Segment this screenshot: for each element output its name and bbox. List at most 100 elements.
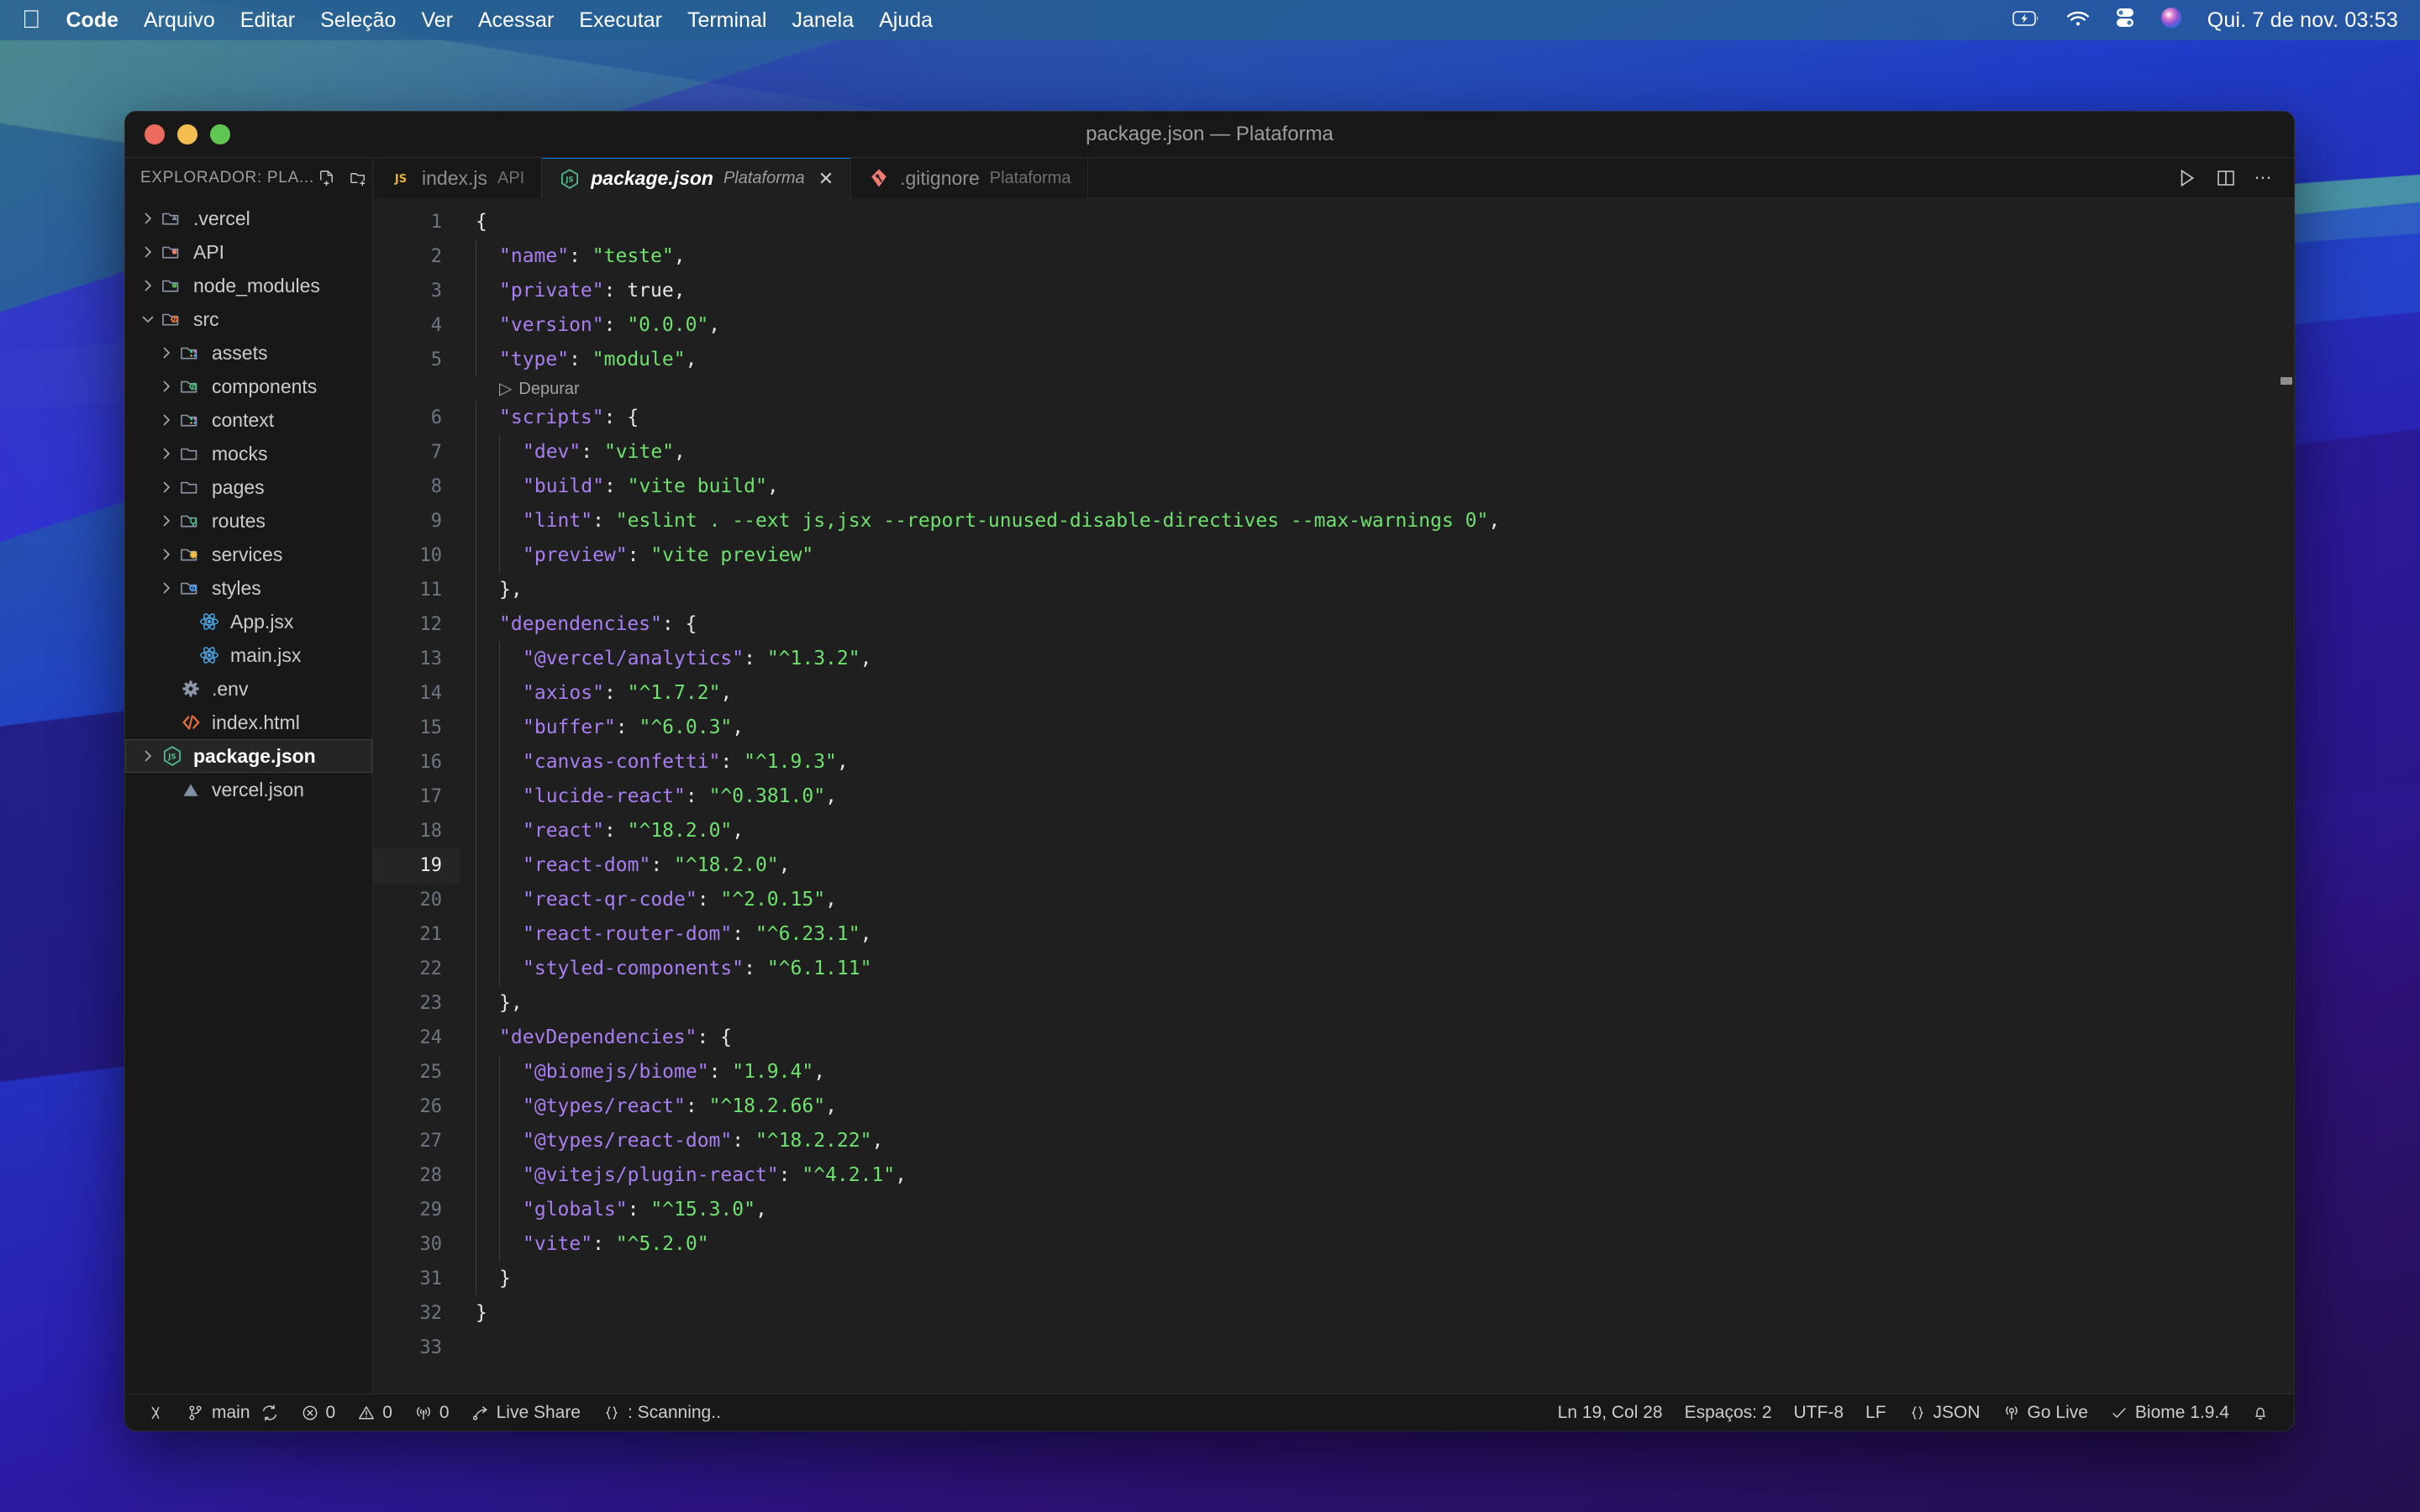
tree-item-mainjsx[interactable]: main.jsx [125, 638, 372, 672]
biome-status[interactable]: Biome 1.9.4 [2099, 1394, 2240, 1431]
chevron-right-icon[interactable] [137, 207, 159, 229]
problems-warnings[interactable]: 0 [346, 1394, 403, 1431]
run-button[interactable] [2175, 167, 2197, 189]
close-window-button[interactable] [145, 124, 165, 144]
wifi-icon[interactable] [2066, 8, 2090, 33]
code-line[interactable]: "vite": "^5.2.0" [460, 1227, 2294, 1262]
battery-charging-icon[interactable] [2012, 8, 2041, 33]
split-editor-button[interactable] [2216, 168, 2236, 188]
editor-tab-gitignore[interactable]: .gitignore Plataforma [851, 158, 1089, 198]
chevron-right-icon[interactable] [155, 577, 177, 599]
cursor-position[interactable]: Ln 19, Col 28 [1547, 1394, 1674, 1431]
tree-item-verceljson[interactable]: vercel.json [125, 773, 372, 806]
editor-vertical-scrollbar[interactable] [2279, 198, 2294, 1394]
code-line[interactable]: "@biomejs/biome": "1.9.4", [460, 1055, 2294, 1089]
code-line[interactable]: "preview": "vite preview" [460, 538, 2294, 573]
new-file-icon[interactable] [314, 165, 339, 191]
remote-indicator[interactable] [135, 1394, 176, 1431]
tree-item-context[interactable]: context [125, 403, 372, 437]
branch-status[interactable]: main [176, 1394, 290, 1431]
code-line[interactable]: "styled-components": "^6.1.11" [460, 952, 2294, 986]
tree-item-mocks[interactable]: mocks [125, 437, 372, 470]
code-line[interactable]: "build": "vite build", [460, 470, 2294, 504]
code-line[interactable]: "react-router-dom": "^6.23.1", [460, 917, 2294, 952]
code-line[interactable]: } [460, 1262, 2294, 1296]
sync-icon[interactable] [260, 1404, 279, 1422]
code-line[interactable]: "type": "module", [460, 343, 2294, 377]
code-line[interactable]: } [460, 1296, 2294, 1331]
tree-item-routes[interactable]: routes [125, 504, 372, 538]
code-line[interactable]: "buffer": "^6.0.3", [460, 711, 2294, 745]
chevron-right-icon[interactable] [155, 342, 177, 364]
menu-item-janela[interactable]: Janela [792, 8, 854, 33]
code-line[interactable]: "dev": "vite", [460, 435, 2294, 470]
ports-forwarded[interactable]: 0 [403, 1394, 460, 1431]
tree-item-indexhtml[interactable]: index.html [125, 706, 372, 739]
code-line[interactable]: { [460, 205, 2294, 239]
menu-item-seleo[interactable]: Seleção [320, 8, 396, 33]
menu-item-terminal[interactable]: Terminal [687, 8, 766, 33]
menu-item-code[interactable]: Code [66, 8, 119, 33]
code-line[interactable]: "react-dom": "^18.2.0", [460, 848, 2294, 883]
go-live[interactable]: Go Live [1991, 1394, 2099, 1431]
tree-item-services[interactable]: services [125, 538, 372, 571]
code-line[interactable]: "name": "teste", [460, 239, 2294, 274]
code-line[interactable]: "dependencies": { [460, 607, 2294, 642]
tree-item-components[interactable]: components [125, 370, 372, 403]
tree-item-api[interactable]: API [125, 235, 372, 269]
code-line[interactable]: "lucide-react": "^0.381.0", [460, 780, 2294, 814]
menu-item-acessar[interactable]: Acessar [478, 8, 554, 33]
json-scanning[interactable]: : Scanning.. [592, 1394, 732, 1431]
code-content[interactable]: {"name": "teste", "private": true, "versio… [460, 198, 2294, 1394]
new-folder-icon[interactable] [346, 165, 371, 191]
code-editor[interactable]: 1 2 3 4 5 6 7 8 9 10 11 12 13 14 15 16 17 18 19 20 21 22 23 24 2… [373, 198, 2294, 1394]
editor-tab-packagejson[interactable]: JS package.json Plataforma ✕ [542, 158, 852, 198]
code-line[interactable]: "react-qr-code": "^2.0.15", [460, 883, 2294, 917]
editor-tab-indexjs[interactable]: JS index.js API [373, 158, 543, 198]
chevron-right-icon[interactable] [137, 275, 159, 297]
code-line[interactable]: "@types/react-dom": "^18.2.22", [460, 1124, 2294, 1158]
tree-item-nodemodules[interactable]: node_modules [125, 269, 372, 302]
chevron-right-icon[interactable] [155, 510, 177, 532]
chevron-right-icon[interactable] [155, 409, 177, 431]
code-line[interactable]: }, [460, 986, 2294, 1021]
code-line[interactable]: "globals": "^15.3.0", [460, 1193, 2294, 1227]
more-editor-actions-button[interactable]: ⋯ [2254, 167, 2275, 188]
chevron-right-icon[interactable] [137, 241, 159, 263]
menu-item-ver[interactable]: Ver [421, 8, 453, 33]
indentation[interactable]: Espaços: 2 [1674, 1394, 1783, 1431]
code-line[interactable]: "scripts": { [460, 401, 2294, 435]
chevron-down-icon[interactable] [137, 308, 159, 330]
code-line[interactable]: }, [460, 573, 2294, 607]
control-center-icon[interactable] [2115, 7, 2135, 34]
chevron-right-icon[interactable] [155, 476, 177, 498]
menu-item-executar[interactable]: Executar [579, 8, 662, 33]
siri-icon[interactable] [2160, 7, 2182, 34]
menu-item-editar[interactable]: Editar [240, 8, 295, 33]
code-line[interactable]: "@types/react": "^18.2.66", [460, 1089, 2294, 1124]
tree-item-appjsx[interactable]: App.jsx [125, 605, 372, 638]
codelens-debug[interactable]: ▷ Depurar [460, 377, 2294, 401]
language-mode[interactable]: JSON [1897, 1394, 1991, 1431]
chevron-right-icon[interactable] [155, 375, 177, 397]
code-line[interactable]: "@vitejs/plugin-react": "^4.2.1", [460, 1158, 2294, 1193]
tree-item-packagejson[interactable]: JS package.json [125, 739, 372, 773]
chevron-right-icon[interactable] [137, 745, 159, 767]
notifications[interactable] [2240, 1394, 2281, 1431]
encoding[interactable]: UTF-8 [1783, 1394, 1855, 1431]
apple-logo-icon[interactable]:  [22, 8, 41, 33]
file-tree[interactable]: .vercel API node_modules src assets component… [125, 198, 372, 1394]
code-line[interactable]: "devDependencies": { [460, 1021, 2294, 1055]
tree-item-styles[interactable]: styles [125, 571, 372, 605]
tree-item-env[interactable]: .env [125, 672, 372, 706]
code-line[interactable]: "private": true, [460, 274, 2294, 308]
maximize-window-button[interactable] [210, 124, 230, 144]
chevron-right-icon[interactable] [155, 443, 177, 465]
code-line[interactable]: "react": "^18.2.0", [460, 814, 2294, 848]
code-line[interactable]: "@vercel/analytics": "^1.3.2", [460, 642, 2294, 676]
problems-errors[interactable]: 0 [290, 1394, 347, 1431]
code-line[interactable]: "lint": "eslint . --ext js,jsx --report-… [460, 504, 2294, 538]
minimize-window-button[interactable] [177, 124, 197, 144]
live-share[interactable]: Live Share [460, 1394, 592, 1431]
scrollbar-thumb[interactable] [2281, 377, 2292, 385]
